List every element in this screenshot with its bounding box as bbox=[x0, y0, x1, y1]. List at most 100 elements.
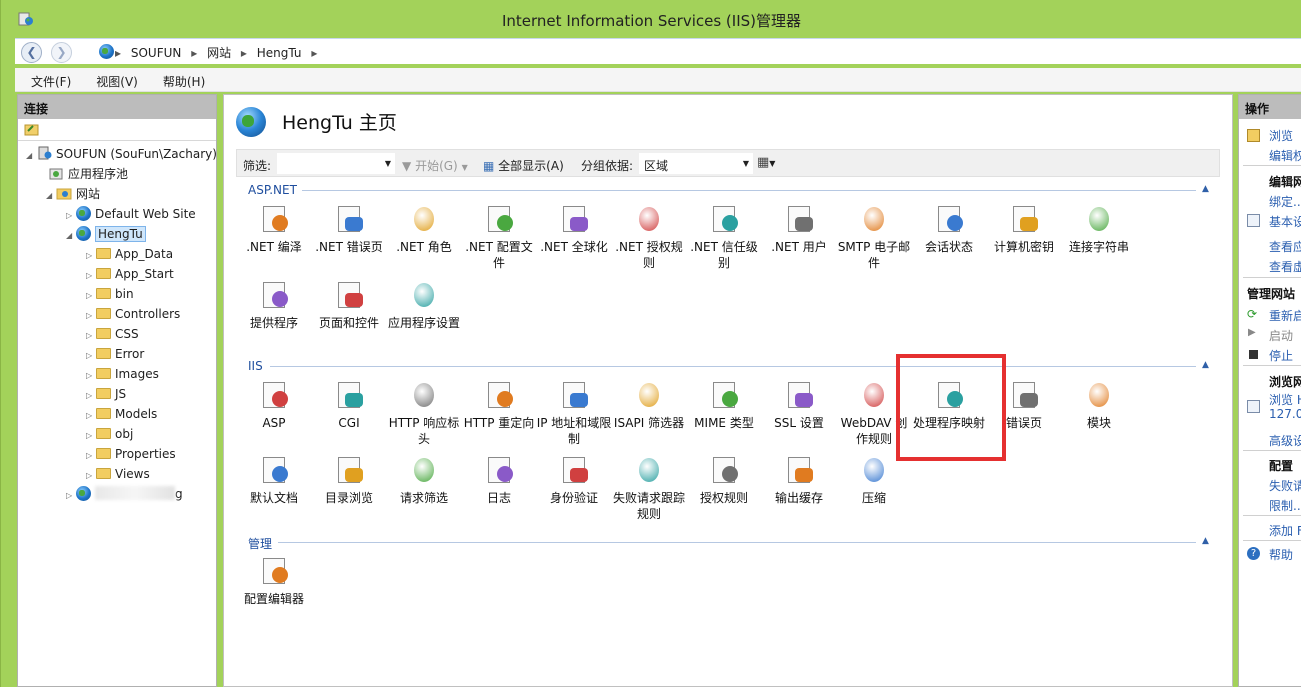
feature-icon bbox=[258, 279, 290, 311]
tree-folder[interactable]: ▷ Controllers bbox=[86, 305, 180, 325]
action-help[interactable]: 帮助 bbox=[1269, 546, 1293, 563]
feature-iis_features-12[interactable]: 默认文档 bbox=[236, 454, 312, 506]
feature-iis_features-15[interactable]: 日志 bbox=[461, 454, 537, 506]
tree-default-web-site[interactable]: ▷ Default Web Site bbox=[66, 205, 196, 225]
action-edit-permissions[interactable]: 编辑权 bbox=[1269, 147, 1301, 164]
tree-folder[interactable]: ▷ bin bbox=[86, 285, 134, 305]
actions-title: 操作 bbox=[1239, 95, 1301, 119]
collapse-aspnet-icon[interactable]: ▲ bbox=[1202, 184, 1209, 194]
action-advanced[interactable]: 高级设 bbox=[1269, 432, 1301, 449]
feature-iis_features-3[interactable]: HTTP 重定向 bbox=[461, 379, 537, 431]
action-stop[interactable]: 停止 bbox=[1269, 347, 1293, 364]
tree-sites[interactable]: ◢ 网站 bbox=[46, 185, 100, 205]
folder-icon bbox=[96, 428, 111, 439]
feature-iis_features-18[interactable]: 授权规则 bbox=[686, 454, 762, 506]
feature-iis_features-11[interactable]: 模块 bbox=[1061, 379, 1137, 431]
tree-folder[interactable]: ▷ App_Data bbox=[86, 245, 173, 265]
tree-hengtu[interactable]: ◢ HengTu bbox=[66, 225, 146, 245]
feature-iis_features-17[interactable]: 失败请求跟踪规则 bbox=[611, 454, 687, 522]
menu-view[interactable]: 视图(V) bbox=[80, 68, 147, 90]
breadcrumb-server[interactable]: SOUFUN bbox=[131, 46, 182, 60]
edit-site-heading: 编辑网 bbox=[1269, 175, 1301, 189]
action-failed-tracing[interactable]: 失败请 bbox=[1269, 477, 1301, 494]
feature-iis_features-1[interactable]: CGI bbox=[311, 379, 387, 431]
feature-iis_features-2[interactable]: HTTP 响应标头 bbox=[386, 379, 462, 447]
feature-iis_features-16[interactable]: 身份验证 bbox=[536, 454, 612, 506]
feature-aspnet_features-11[interactable]: 连接字符串 bbox=[1061, 203, 1137, 255]
action-view-apps[interactable]: 查看应 bbox=[1269, 238, 1301, 255]
chevron-down-icon: ▼ bbox=[384, 159, 391, 168]
feature-aspnet_features-9[interactable]: 会话状态 bbox=[911, 203, 987, 255]
feature-iis_features-5[interactable]: ISAPI 筛选器 bbox=[611, 379, 687, 431]
tree-folder[interactable]: ▷ obj bbox=[86, 425, 133, 445]
feature-aspnet_features-8[interactable]: SMTP 电子邮件 bbox=[836, 203, 912, 271]
feature-icon bbox=[333, 379, 365, 411]
view-mode-button[interactable]: ▦▼ bbox=[757, 155, 775, 170]
feature-label: .NET 用户 bbox=[771, 240, 827, 254]
show-all-button[interactable]: ▦ 全部显示(A) bbox=[483, 157, 564, 174]
start-filter-button[interactable]: ▼ 开始(G) ▼ bbox=[402, 157, 468, 174]
connect-icon[interactable] bbox=[24, 122, 40, 136]
collapse-iis-icon[interactable]: ▲ bbox=[1202, 360, 1209, 370]
feature-aspnet_features-3[interactable]: .NET 配置文件 bbox=[461, 203, 537, 271]
feature-iis_features-20[interactable]: 压缩 bbox=[836, 454, 912, 506]
filter-input[interactable]: ▼ bbox=[277, 153, 395, 174]
feature-aspnet_features-0[interactable]: .NET 编泽 bbox=[236, 203, 312, 255]
feature-iis_features-19[interactable]: 输出缓存 bbox=[761, 454, 837, 506]
tree-app-pools[interactable]: 应用程序池 bbox=[48, 165, 128, 185]
tree-folder[interactable]: ▷ CSS bbox=[86, 325, 139, 345]
action-browse[interactable]: 浏览 bbox=[1269, 127, 1293, 144]
tree-folder[interactable]: ▷ Properties bbox=[86, 445, 176, 465]
feature-aspnet_features-6[interactable]: .NET 信任级别 bbox=[686, 203, 762, 271]
feature-aspnet_features-1[interactable]: .NET 错误页 bbox=[311, 203, 387, 255]
feature-iis_features-6[interactable]: MIME 类型 bbox=[686, 379, 762, 431]
menu-file[interactable]: 文件(F) bbox=[15, 68, 80, 90]
tree-folder[interactable]: ▷ Views bbox=[86, 465, 150, 485]
feature-iis_features-7[interactable]: SSL 设置 bbox=[761, 379, 837, 431]
tree-folder[interactable]: ▷ JS bbox=[86, 385, 126, 405]
section-iis: IIS bbox=[248, 359, 263, 373]
tree-server[interactable]: ◢ SOUFUN (SouFun\Zachary) bbox=[26, 145, 217, 165]
tree-folder[interactable]: ▷ App_Start bbox=[86, 265, 174, 285]
feature-icon bbox=[783, 203, 815, 235]
collapse-manage-icon[interactable]: ▲ bbox=[1202, 536, 1209, 546]
feature-iis_features-0[interactable]: ASP bbox=[236, 379, 312, 431]
action-add-ftp[interactable]: 添加 F bbox=[1269, 522, 1301, 539]
group-by-select[interactable]: 区域 ▼ bbox=[639, 153, 753, 174]
tree-folder[interactable]: ▷ Models bbox=[86, 405, 157, 425]
feature-iis_features-13[interactable]: 目录浏览 bbox=[311, 454, 387, 506]
feature-icon bbox=[558, 379, 590, 411]
feature-aspnet_features-7[interactable]: .NET 用户 bbox=[761, 203, 837, 255]
action-browse-ip[interactable]: 127.0. bbox=[1269, 407, 1301, 421]
action-view-vdirs[interactable]: 查看虚 bbox=[1269, 258, 1301, 275]
action-browse-http[interactable]: 浏览 H bbox=[1269, 391, 1301, 408]
tree-redacted-site[interactable]: ▷ g bbox=[66, 485, 183, 505]
action-start[interactable]: 启动 bbox=[1269, 327, 1293, 344]
feature-aspnet_features-13[interactable]: 页面和控件 bbox=[311, 279, 387, 331]
menu-help[interactable]: 帮助(H) bbox=[147, 68, 214, 90]
feature-iis_features-14[interactable]: 请求筛选 bbox=[386, 454, 462, 506]
tree-folder[interactable]: ▷ Images bbox=[86, 365, 159, 385]
feature-aspnet_features-5[interactable]: .NET 授权规则 bbox=[611, 203, 687, 271]
divider bbox=[1243, 365, 1301, 366]
feature-label: 失败请求跟踪规则 bbox=[612, 491, 685, 521]
feature-aspnet_features-14[interactable]: 应用程序设置 bbox=[386, 279, 462, 331]
action-bindings[interactable]: 绑定... bbox=[1269, 193, 1301, 210]
feature-aspnet_features-4[interactable]: .NET 全球化 bbox=[536, 203, 612, 255]
tree-folder[interactable]: ▷ Error bbox=[86, 345, 144, 365]
feature-icon bbox=[1008, 379, 1040, 411]
feature-aspnet_features-10[interactable]: 计算机密钥 bbox=[986, 203, 1062, 255]
action-basic-settings[interactable]: 基本设 bbox=[1269, 213, 1301, 230]
connections-toolbar bbox=[18, 119, 216, 141]
feature-manage_features-0[interactable]: 配置编辑器 bbox=[236, 555, 312, 607]
address-bar[interactable]: ❮ ❯ ▸ SOUFUN ▸ 网站 ▸ HengTu ▸ bbox=[15, 38, 1301, 64]
breadcrumb-sites[interactable]: 网站 bbox=[207, 46, 231, 60]
breadcrumb-hengtu[interactable]: HengTu bbox=[257, 46, 302, 60]
forward-button[interactable]: ❯ bbox=[51, 42, 72, 63]
action-limits[interactable]: 限制... bbox=[1269, 497, 1301, 514]
feature-aspnet_features-12[interactable]: 提供程序 bbox=[236, 279, 312, 331]
feature-iis_features-4[interactable]: IP 地址和域限制 bbox=[536, 379, 612, 447]
action-restart[interactable]: 重新启 bbox=[1269, 307, 1301, 324]
back-button[interactable]: ❮ bbox=[21, 42, 42, 63]
feature-aspnet_features-2[interactable]: .NET 角色 bbox=[386, 203, 462, 255]
